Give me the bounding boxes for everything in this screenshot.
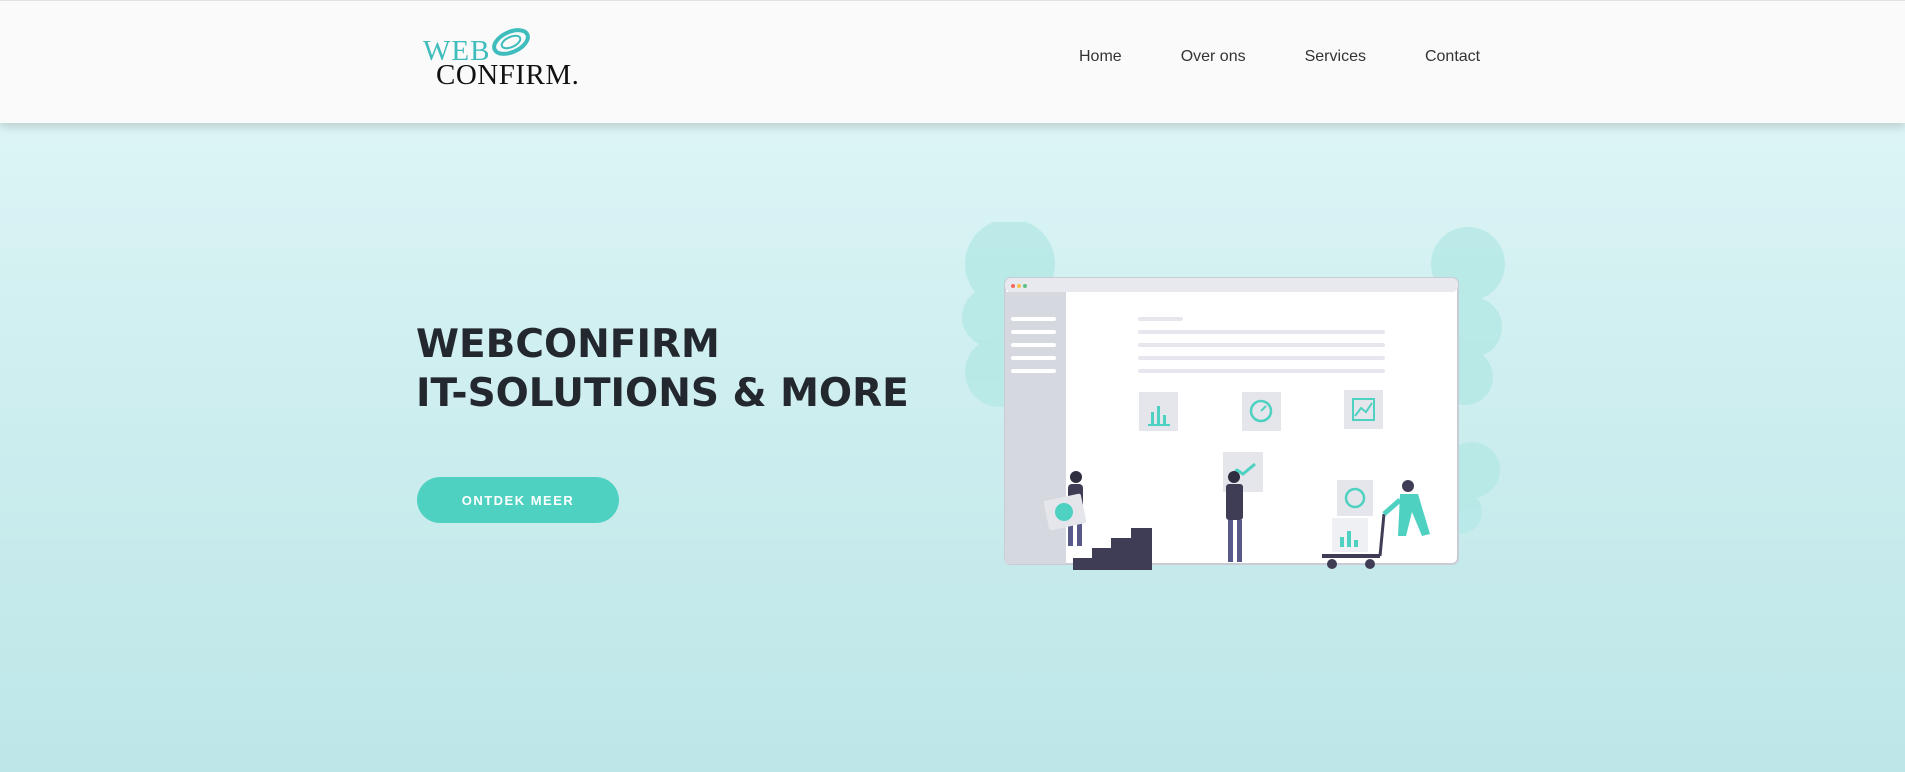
hero-title: WEBCONFIRM IT-SOLUTIONS & MORE — [416, 320, 909, 418]
hero-illustration — [962, 222, 1505, 570]
logo-confirm-text: CONFIRM. — [436, 59, 580, 91]
orbit-logo-icon — [492, 28, 530, 56]
site-header: WEB CONFIRM. Home Over ons Services Cont… — [0, 0, 1905, 123]
logo[interactable]: WEB CONFIRM. — [423, 25, 579, 93]
bar-chart-icon — [1139, 392, 1178, 431]
nav-home[interactable]: Home — [1079, 48, 1122, 72]
nav-services[interactable]: Services — [1305, 48, 1366, 72]
ontdek-meer-button[interactable]: ONTDEK MEER — [417, 477, 619, 523]
hero-title-line1: WEBCONFIRM — [416, 322, 720, 367]
nav-over-ons[interactable]: Over ons — [1181, 48, 1246, 72]
main-nav: Home Over ons Services Contact — [1079, 48, 1480, 72]
gauge-icon — [1242, 392, 1281, 431]
nav-contact[interactable]: Contact — [1425, 48, 1480, 72]
line-chart-icon — [1344, 390, 1383, 429]
hero-title-line2: IT-SOLUTIONS & MORE — [416, 371, 909, 416]
